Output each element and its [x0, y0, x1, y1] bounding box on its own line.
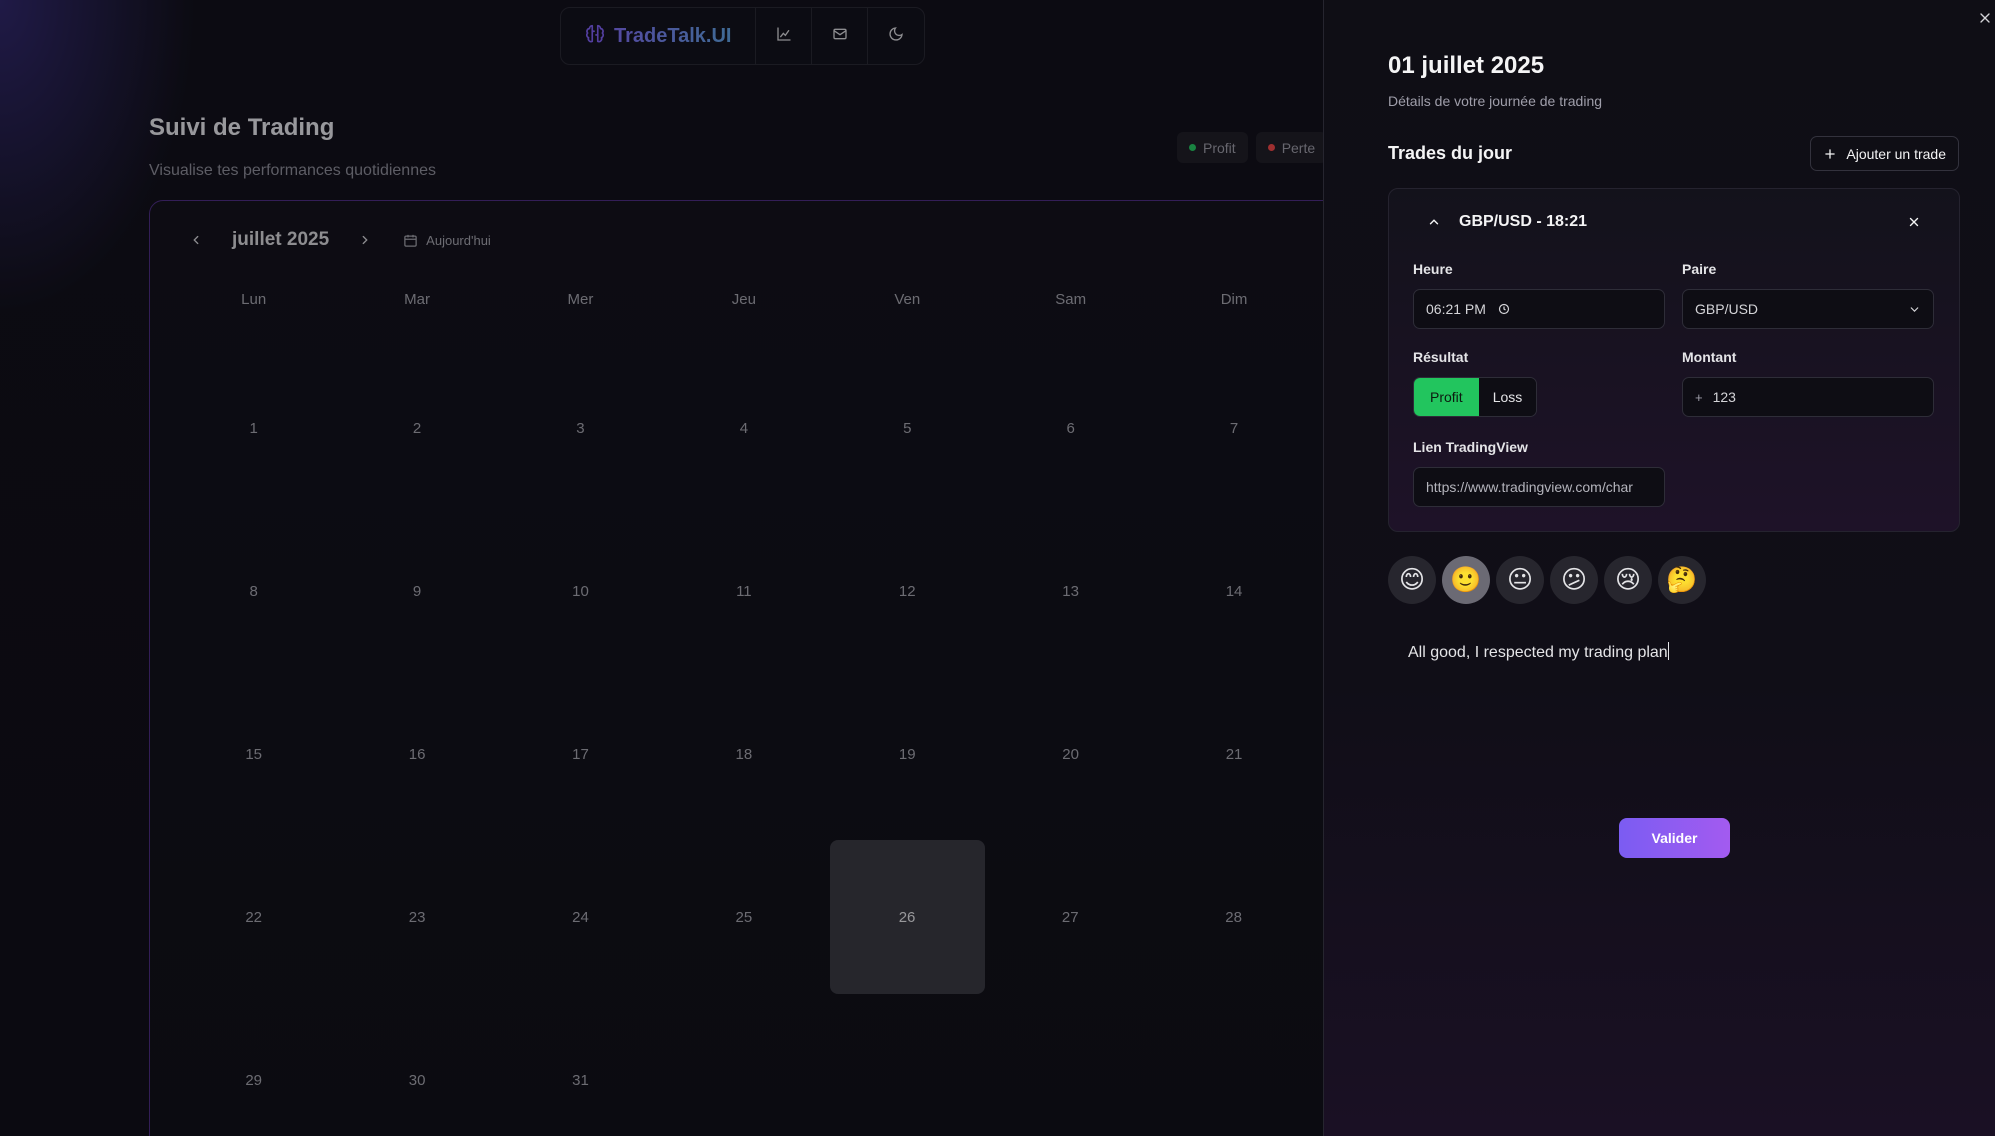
amount-input[interactable]: + 123 — [1682, 377, 1934, 417]
trade-title: GBP/USD - 18:21 — [1459, 213, 1588, 230]
note-text: All good, I respected my trading plan — [1408, 644, 1668, 661]
pair-label: Paire — [1682, 261, 1717, 277]
link-label: Lien TradingView — [1413, 439, 1528, 455]
mood-button-1[interactable]: 🙂 — [1442, 556, 1490, 604]
add-trade-label: Ajouter un trade — [1846, 145, 1946, 162]
chevron-down-icon — [1910, 306, 1919, 312]
close-icon — [1909, 217, 1919, 227]
amount-label: Montant — [1682, 349, 1737, 365]
clock-icon — [1498, 303, 1510, 315]
mood-button-2[interactable]: 😐 — [1496, 556, 1544, 604]
link-value: https://www.tradingview.com/char — [1426, 479, 1633, 495]
close-icon — [1980, 13, 1990, 23]
mood-button-3[interactable]: 😕 — [1550, 556, 1598, 604]
amount-value: 123 — [1712, 389, 1736, 405]
mood-button-4[interactable]: 😢 — [1604, 556, 1652, 604]
time-input[interactable]: 06:21 PM — [1413, 289, 1665, 329]
trade-card: GBP/USD - 18:21 Heure 06:21 PM Paire GBP… — [1388, 188, 1960, 532]
panel-backdrop[interactable] — [0, 0, 1323, 1136]
time-label: Heure — [1413, 261, 1453, 277]
pair-value: GBP/USD — [1695, 301, 1759, 317]
text-caret — [1667, 642, 1669, 660]
panel-title: 01 juillet 2025 — [1388, 52, 1545, 79]
pair-select[interactable]: GBP/USD — [1682, 289, 1934, 329]
remove-trade-button[interactable] — [1907, 215, 1921, 229]
mood-selector: 😊 🙂 😐 😕 😢 🤔 — [1388, 556, 1706, 604]
time-value: 06:21 PM — [1426, 301, 1486, 317]
result-label: Résultat — [1413, 349, 1469, 365]
mood-button-0[interactable]: 😊 — [1388, 556, 1436, 604]
chevron-up-icon — [1429, 219, 1439, 225]
result-profit-button[interactable]: Profit — [1414, 378, 1479, 416]
day-detail-panel: 01 juillet 2025 Détails de votre journée… — [1323, 0, 1995, 1136]
result-loss-button[interactable]: Loss — [1478, 378, 1537, 416]
result-toggle: Profit Loss — [1413, 377, 1538, 417]
add-trade-button[interactable]: Ajouter un trade — [1810, 136, 1959, 171]
trades-heading: Trades du jour — [1388, 143, 1513, 163]
trade-card-header[interactable]: GBP/USD - 18:21 — [1427, 213, 1587, 231]
tradingview-link-input[interactable]: https://www.tradingview.com/char — [1413, 467, 1665, 507]
submit-button[interactable]: Valider — [1619, 818, 1730, 858]
journal-note[interactable]: All good, I respected my trading plan — [1408, 642, 1669, 662]
mood-button-5[interactable]: 🤔 — [1658, 556, 1706, 604]
amount-sign: + — [1695, 389, 1703, 405]
panel-subtitle: Détails de votre journée de trading — [1388, 93, 1603, 109]
close-panel-button[interactable] — [1977, 10, 1995, 28]
plus-icon — [1825, 148, 1836, 159]
